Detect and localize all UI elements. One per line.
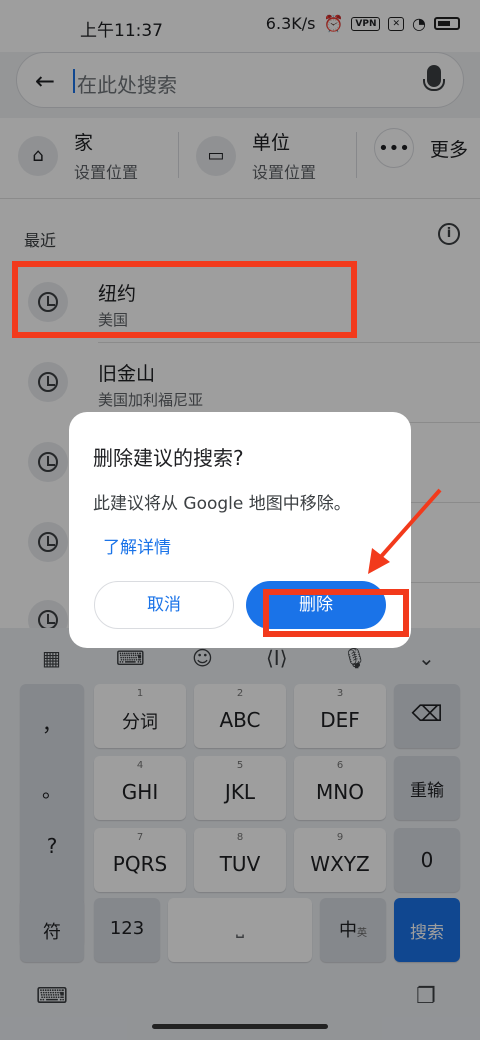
learn-more-link[interactable]: 了解详情 — [103, 533, 171, 558]
cancel-button[interactable]: 取消 — [94, 581, 234, 629]
annotation-box-recent-item — [12, 261, 357, 338]
dialog-message: 此建议将从 Google 地图中移除。 — [93, 494, 351, 514]
annotation-box-delete-button — [263, 589, 409, 637]
dialog-title: 删除建议的搜索? — [93, 446, 244, 470]
gesture-nav-bar[interactable] — [152, 1024, 328, 1029]
